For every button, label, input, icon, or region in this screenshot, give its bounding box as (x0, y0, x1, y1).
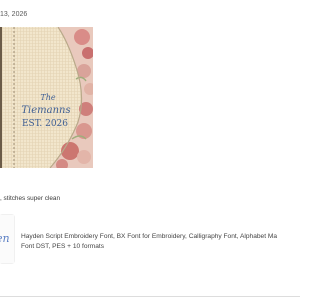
product-title-line2: Font DST, PES + 10 formats (21, 243, 105, 250)
product-thumbnail[interactable]: en (0, 214, 15, 264)
photo-text-line2: Tiemanns (21, 105, 70, 116)
review-body: , stitches super clean (0, 195, 61, 202)
review-photo[interactable]: The Tiemanns EST. 2026 (0, 27, 93, 168)
product-title[interactable]: Hayden Script Embroidery Font, BX Font f… (21, 232, 300, 252)
review-date: 13, 2026 (0, 11, 28, 18)
embroidered-towel-image: The Tiemanns EST. 2026 (0, 27, 93, 168)
product-thumbnail-image: en (0, 214, 15, 264)
review-panel: 13, 2026 The Tiemanns EST. 2026 , stitch… (0, 0, 300, 300)
purchased-item-link[interactable]: en Hayden Script Embroidery Font, BX Fon… (0, 208, 300, 272)
divider (0, 296, 300, 297)
product-title-line1: Hayden Script Embroidery Font, BX Font f… (21, 233, 278, 240)
photo-text-line1: The (40, 93, 55, 102)
photo-text-line3: EST. 2026 (22, 119, 68, 129)
thumbnail-script-text: en (0, 232, 10, 245)
